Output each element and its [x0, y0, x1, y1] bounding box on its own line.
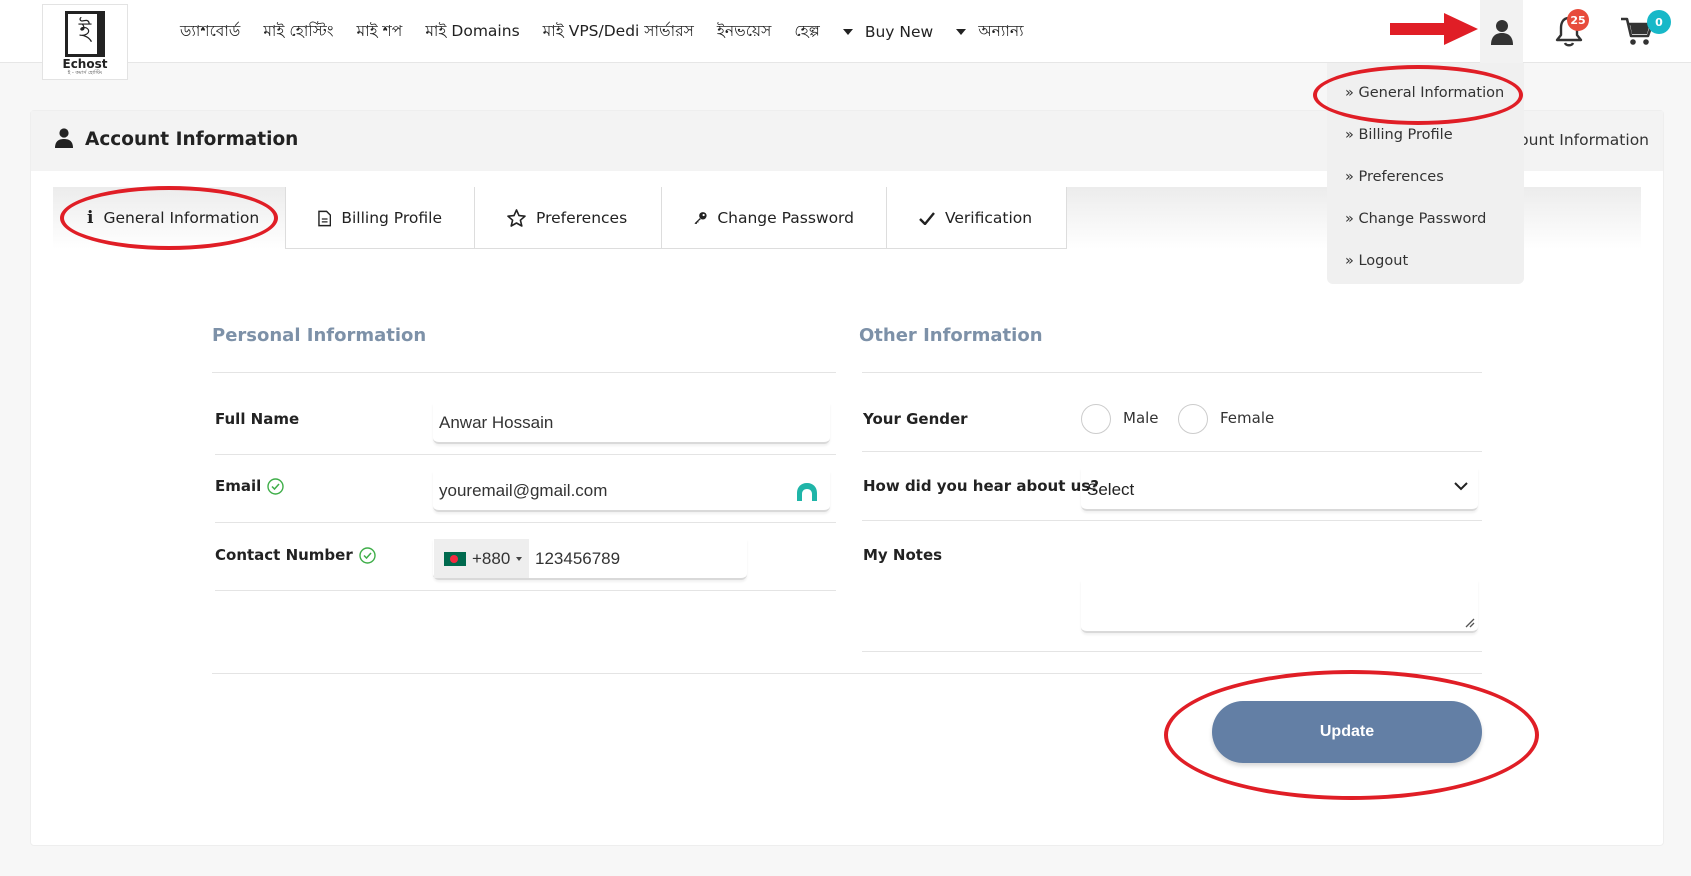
- page-title: Account Information: [85, 129, 299, 150]
- full-name-input[interactable]: [433, 403, 830, 444]
- caret-down-icon: [842, 28, 853, 35]
- hear-about-us-select[interactable]: Select: [1081, 468, 1478, 511]
- cart-count-badge: 0: [1647, 10, 1671, 34]
- nav-label: Buy New: [864, 22, 934, 41]
- document-icon: [318, 210, 332, 226]
- gender-female-radio[interactable]: [1178, 404, 1208, 434]
- nav-label: ড্যাশবোর্ড: [180, 21, 241, 40]
- menu-item-billing-profile[interactable]: » Billing Profile: [1327, 127, 1524, 169]
- check-icon: [919, 211, 935, 225]
- nav-my-shop[interactable]: মাই শপ: [357, 19, 403, 45]
- gender-male-label: Male: [1123, 409, 1159, 427]
- form-footer-divider: [212, 673, 1482, 674]
- password-manager-icon[interactable]: [795, 481, 819, 503]
- divider: [215, 522, 836, 523]
- resize-grip-icon[interactable]: [1465, 618, 1475, 628]
- nav-buy-new[interactable]: Buy New: [842, 22, 934, 41]
- verified-check-icon: [267, 477, 284, 495]
- echost-logo[interactable]: ই Echost ই - কমার্স হোস্টিং: [42, 4, 128, 80]
- country-code-selector[interactable]: +880: [434, 539, 529, 578]
- tab-label: Billing Profile: [341, 209, 442, 227]
- divider: [862, 451, 1482, 452]
- label-text: Email: [215, 477, 262, 495]
- nav-my-domains[interactable]: মাই Domains: [425, 19, 519, 45]
- account-tabs: i General Information Billing Profile Pr…: [53, 187, 1067, 249]
- red-arrow-annotation: [1390, 13, 1478, 45]
- nav-my-vps[interactable]: মাই VPS/Dedi সার্ভারস: [543, 19, 694, 45]
- tab-verification[interactable]: Verification: [887, 187, 1066, 249]
- logo-tagline: ই - কমার্স হোস্টিং: [67, 70, 103, 76]
- divider: [862, 651, 1482, 652]
- nav-label: মাই শপ: [356, 21, 403, 40]
- tabs-group: Billing Profile Preferences Change Passw…: [286, 187, 1067, 249]
- label-text: My Notes: [863, 546, 943, 564]
- tab-label: Verification: [945, 209, 1033, 227]
- logo-name: Echost: [62, 57, 108, 71]
- caret-down-icon: [956, 28, 967, 35]
- my-notes-textarea[interactable]: [1081, 580, 1478, 633]
- nav-invoice[interactable]: ইনভয়েস: [717, 19, 771, 45]
- tab-general-information[interactable]: i General Information: [53, 187, 286, 249]
- my-notes-label: My Notes: [863, 546, 942, 564]
- menu-item-general-information[interactable]: » General Information: [1327, 85, 1524, 127]
- label-text: How did you hear about us?: [863, 477, 1099, 495]
- key-icon: [694, 212, 707, 224]
- divider: [862, 372, 1482, 373]
- nav-label: অন্যান্য: [978, 21, 1024, 40]
- other-information-title: Other Information: [859, 325, 1043, 346]
- personal-information-title: Personal Information: [212, 325, 427, 346]
- tab-label: General Information: [103, 209, 260, 227]
- email-label: Email: [215, 477, 284, 495]
- divider: [215, 454, 836, 455]
- nav-others[interactable]: অন্যান্য: [956, 19, 1024, 45]
- nav-label: মাই Domains: [425, 21, 520, 40]
- caret-down-icon: [516, 556, 523, 561]
- contact-number-label: Contact Number: [215, 546, 376, 564]
- menu-item-preferences[interactable]: » Preferences: [1327, 169, 1524, 211]
- nav-label: মাই হোস্টিং: [263, 21, 334, 40]
- divider: [862, 520, 1482, 521]
- nav-label: হেল্প: [794, 21, 820, 40]
- tab-change-password[interactable]: Change Password: [662, 187, 887, 249]
- label-text: Full Name: [215, 410, 300, 428]
- star-icon: [507, 209, 526, 227]
- menu-item-logout[interactable]: » Logout: [1327, 253, 1524, 295]
- divider: [212, 372, 836, 373]
- divider: [215, 590, 836, 591]
- email-input[interactable]: [433, 471, 830, 512]
- chevron-down-icon: [1454, 482, 1468, 491]
- gender-label: Your Gender: [863, 410, 968, 428]
- update-button[interactable]: Update: [1212, 701, 1482, 763]
- user-icon: [1490, 19, 1513, 45]
- country-code: +880: [472, 548, 511, 568]
- tab-billing-profile[interactable]: Billing Profile: [286, 187, 475, 249]
- nav-dashboard[interactable]: ড্যাশবোর্ড: [180, 19, 240, 45]
- bangladesh-flag-icon: [444, 551, 466, 566]
- nav-label: ইনভয়েস: [716, 21, 772, 40]
- label-text: Contact Number: [215, 546, 353, 564]
- nav-help[interactable]: হেল্প: [794, 19, 820, 45]
- select-value: Select: [1087, 480, 1135, 499]
- user-menu-button[interactable]: [1480, 0, 1523, 63]
- info-icon: i: [87, 208, 94, 228]
- person-icon: [55, 128, 73, 148]
- full-name-label: Full Name: [215, 410, 299, 428]
- tab-label: Change Password: [717, 209, 854, 227]
- verified-check-icon: [359, 546, 376, 564]
- hear-about-us-label: How did you hear about us?: [863, 477, 1099, 495]
- logo-glyph: ই: [78, 17, 92, 45]
- nav-label: মাই VPS/Dedi সার্ভারস: [542, 21, 694, 40]
- tab-label: Preferences: [536, 209, 628, 227]
- menu-item-change-password[interactable]: » Change Password: [1327, 211, 1524, 253]
- nav-my-hosting[interactable]: মাই হোস্টিং: [263, 19, 333, 45]
- main-nav: ড্যাশবোর্ড মাই হোস্টিং মাই শপ মাই Domain…: [180, 0, 1024, 63]
- gender-male-radio[interactable]: [1081, 404, 1111, 434]
- notifications-count-badge: 25: [1567, 9, 1589, 31]
- tab-preferences[interactable]: Preferences: [475, 187, 662, 249]
- label-text: Your Gender: [863, 410, 968, 428]
- user-dropdown-menu: » General Information » Billing Profile …: [1327, 63, 1524, 284]
- gender-female-label: Female: [1220, 409, 1275, 427]
